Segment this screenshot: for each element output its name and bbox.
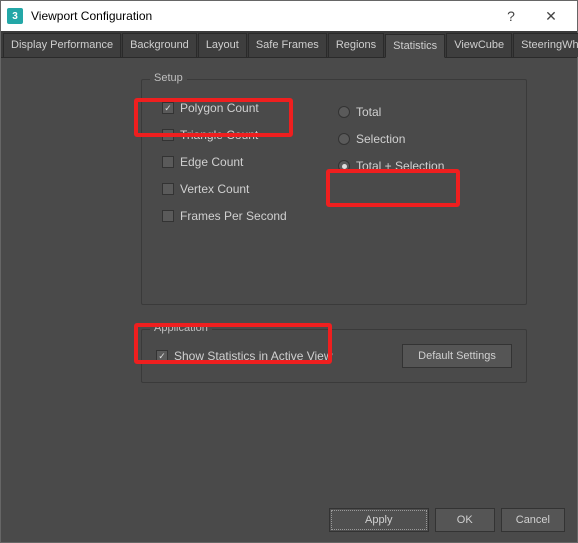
- dialog-button-bar: Apply OK Cancel: [1, 498, 577, 542]
- help-button[interactable]: ?: [491, 1, 531, 31]
- setup-radios-column: Total Selection Total + Selection: [336, 90, 512, 234]
- setup-group: Setup Polygon Count Triangle Count Edge …: [141, 79, 527, 305]
- setup-legend: Setup: [150, 72, 187, 84]
- polygon-count-row[interactable]: Polygon Count: [162, 99, 336, 117]
- tab-content: Setup Polygon Count Triangle Count Edge …: [1, 58, 577, 498]
- total-radio-row[interactable]: Total: [338, 103, 512, 121]
- ok-button[interactable]: OK: [435, 508, 495, 532]
- selection-radio[interactable]: [338, 133, 350, 145]
- window-controls: ? ✕: [491, 1, 571, 31]
- setup-checks-column: Polygon Count Triangle Count Edge Count …: [156, 90, 336, 234]
- edge-count-row[interactable]: Edge Count: [162, 153, 336, 171]
- application-legend: Application: [150, 322, 212, 334]
- both-radio[interactable]: [338, 160, 350, 172]
- cancel-button[interactable]: Cancel: [501, 508, 565, 532]
- tab-display-performance[interactable]: Display Performance: [3, 33, 121, 57]
- selection-radio-label: Selection: [356, 132, 405, 146]
- both-radio-label: Total + Selection: [356, 159, 444, 173]
- vertex-count-label: Vertex Count: [180, 182, 249, 196]
- vertex-count-row[interactable]: Vertex Count: [162, 180, 336, 198]
- fps-row[interactable]: Frames Per Second: [162, 207, 336, 225]
- polygon-count-label: Polygon Count: [180, 101, 259, 115]
- default-settings-button[interactable]: Default Settings: [402, 344, 512, 368]
- show-stats-checkbox[interactable]: [156, 350, 168, 362]
- polygon-count-checkbox[interactable]: [162, 102, 174, 114]
- triangle-count-row[interactable]: Triangle Count: [162, 126, 336, 144]
- tab-background[interactable]: Background: [122, 33, 197, 57]
- close-button[interactable]: ✕: [531, 1, 571, 31]
- both-radio-row[interactable]: Total + Selection: [338, 157, 512, 175]
- titlebar: Viewport Configuration ? ✕: [1, 1, 577, 31]
- tab-safe-frames[interactable]: Safe Frames: [248, 33, 327, 57]
- tab-layout[interactable]: Layout: [198, 33, 247, 57]
- application-group: Application Show Statistics in Active Vi…: [141, 329, 527, 383]
- fps-label: Frames Per Second: [180, 209, 287, 223]
- tab-bar: Display Performance Background Layout Sa…: [1, 31, 577, 58]
- triangle-count-label: Triangle Count: [180, 128, 258, 142]
- edge-count-label: Edge Count: [180, 155, 243, 169]
- tab-regions[interactable]: Regions: [328, 33, 384, 57]
- total-radio-label: Total: [356, 105, 381, 119]
- edge-count-checkbox[interactable]: [162, 156, 174, 168]
- triangle-count-checkbox[interactable]: [162, 129, 174, 141]
- show-stats-label: Show Statistics in Active View: [174, 349, 333, 363]
- fps-checkbox[interactable]: [162, 210, 174, 222]
- total-radio[interactable]: [338, 106, 350, 118]
- vertex-count-checkbox[interactable]: [162, 183, 174, 195]
- tab-steeringwheels[interactable]: SteeringWheels: [513, 33, 578, 57]
- tab-viewcube[interactable]: ViewCube: [446, 33, 512, 57]
- tab-statistics[interactable]: Statistics: [385, 34, 445, 58]
- dialog-window: Viewport Configuration ? ✕ Display Perfo…: [0, 0, 578, 543]
- app-icon: [7, 8, 23, 24]
- selection-radio-row[interactable]: Selection: [338, 130, 512, 148]
- apply-button[interactable]: Apply: [329, 508, 429, 532]
- window-title: Viewport Configuration: [31, 9, 491, 23]
